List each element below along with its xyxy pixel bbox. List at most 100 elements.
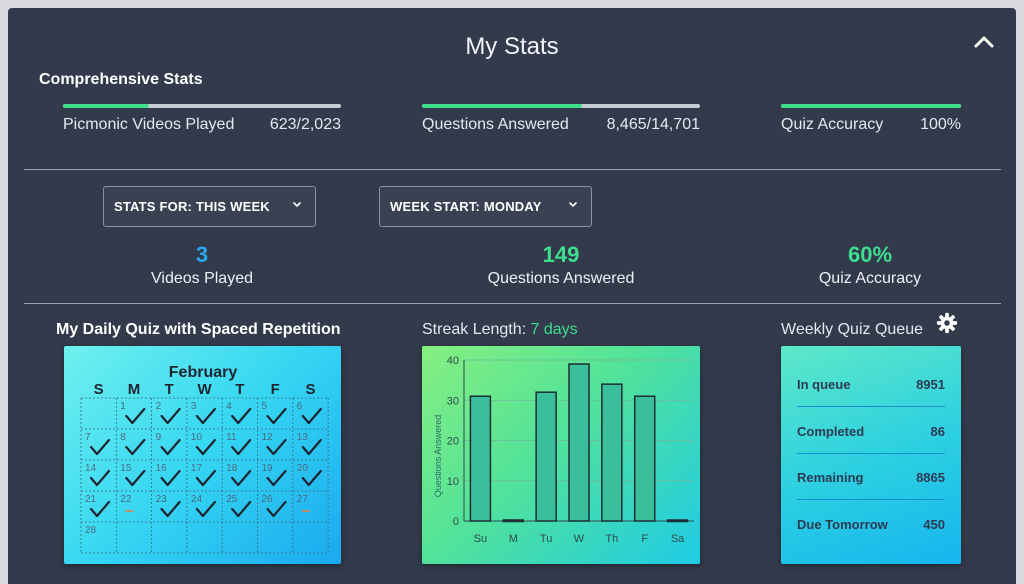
- x-tick-label: Sa: [671, 533, 685, 545]
- page-title: My Stats: [465, 33, 559, 60]
- quiz-queue-card: In queue 8951 Completed 86 Remaining 886…: [781, 346, 961, 564]
- calendar-day: 4: [226, 401, 232, 412]
- streak-chart: 0 10 20 30 40 Questions Answered Su M Tu W Th F Sa: [422, 346, 700, 564]
- streak-value: 7 days: [530, 321, 578, 338]
- checkmark-icon: [160, 407, 181, 425]
- calendar-day: 26: [262, 494, 274, 505]
- progress-bar-fill: [422, 104, 583, 108]
- calendar-day: 19: [262, 463, 274, 474]
- stat-value: 149: [542, 242, 580, 267]
- stat-label: Questions Answered: [487, 270, 635, 287]
- calendar-day: 18: [226, 463, 238, 474]
- calendar-day: 16: [156, 463, 168, 474]
- bar: [633, 395, 656, 522]
- streak-length: Streak Length: 7 days: [422, 321, 578, 339]
- y-tick-label: 10: [447, 476, 459, 488]
- bar: [502, 519, 525, 523]
- metric-value: 8,465/14,701: [606, 116, 700, 133]
- x-tick-label: Tu: [540, 533, 552, 545]
- calendar-day: 23: [156, 494, 168, 505]
- calendar-day: 15: [120, 463, 132, 474]
- queue-label: Completed: [797, 424, 865, 439]
- metric-questions-answered: Questions Answered 8,465/14,701: [422, 104, 700, 134]
- divider: [797, 499, 945, 500]
- progress-bar: [781, 104, 961, 108]
- chevron-down-icon: [569, 202, 577, 208]
- queue-value: 8951: [916, 377, 945, 392]
- y-tick-label: 0: [453, 516, 459, 528]
- calendar-day: 9: [156, 432, 162, 443]
- streak-label: Streak Length:: [422, 321, 527, 338]
- y-tick-label: 30: [447, 395, 459, 407]
- stat-value: 60%: [847, 242, 893, 267]
- queue-label: Remaining: [797, 470, 864, 485]
- quiz-calendar: February S M T W T F S 1 2 3 4 5 6 7 8 9 10 11 12 13 14 15 16 17…: [64, 346, 341, 564]
- calendar-month: February: [169, 364, 238, 381]
- weekday-header: M: [128, 381, 141, 398]
- checkmark-icon: [89, 438, 111, 456]
- calendar-day: 13: [297, 432, 309, 443]
- stats-for-label: STATS FOR: THIS WEEK: [114, 199, 270, 214]
- bar: [601, 383, 623, 522]
- stat-label: Videos Played: [151, 270, 253, 287]
- divider: [24, 303, 1001, 304]
- queue-value: 8865: [916, 470, 945, 485]
- calendar-day: 21: [85, 494, 97, 505]
- weekday-header: T: [165, 381, 174, 398]
- calendar-day: 28: [85, 525, 97, 536]
- weekday-header: W: [197, 381, 212, 398]
- metric-label: Picmonic Videos Played: [63, 116, 235, 133]
- calendar-title: My Daily Quiz with Spaced Repetition: [56, 321, 341, 338]
- calendar-day: 17: [191, 463, 203, 474]
- weekly-quiz-accuracy: 60% Quiz Accuracy: [770, 242, 970, 288]
- metric-value: 100%: [920, 116, 961, 133]
- week-start-label: WEEK START: MONDAY: [390, 199, 542, 214]
- metric-label: Questions Answered: [422, 116, 569, 133]
- week-start-dropdown[interactable]: WEEK START: MONDAY: [379, 186, 592, 227]
- chevron-up-icon[interactable]: [972, 32, 996, 52]
- calendar-day: 7: [85, 432, 91, 443]
- stats-for-dropdown[interactable]: STATS FOR: THIS WEEK: [103, 186, 316, 227]
- bar: [568, 363, 590, 522]
- divider: [797, 453, 945, 454]
- calendar-day: 8: [120, 432, 126, 443]
- calendar-day: 20: [297, 463, 309, 474]
- gear-icon[interactable]: [936, 312, 958, 334]
- chevron-down-icon: [293, 202, 301, 208]
- weekly-videos-played: 3 Videos Played: [102, 242, 302, 288]
- checkmark-icon: [125, 438, 146, 456]
- bar-chart: 0 10 20 30 40 Questions Answered Su M Tu W Th F Sa: [433, 355, 694, 545]
- calendar-day: 22: [120, 494, 132, 505]
- queue-value: 450: [923, 517, 945, 532]
- weekday-header: S: [94, 381, 104, 398]
- stat-label: Quiz Accuracy: [818, 270, 922, 287]
- queue-row-due-tomorrow: Due Tomorrow 450: [797, 517, 945, 532]
- calendar-day: 11: [226, 432, 237, 443]
- bar: [666, 519, 689, 523]
- calendar-day: 10: [191, 432, 203, 443]
- calendar-day: 6: [297, 401, 303, 412]
- queue-value: 86: [930, 424, 945, 439]
- calendar-day: 27: [297, 494, 309, 505]
- y-tick-label: 20: [447, 436, 459, 448]
- metric-value: 623/2,023: [269, 116, 341, 133]
- checkmark-icon: [160, 438, 181, 456]
- x-tick-label: M: [509, 533, 518, 545]
- queue-label: Due Tomorrow: [797, 517, 888, 532]
- progress-bar-fill: [781, 104, 961, 108]
- divider: [797, 406, 945, 407]
- x-tick-label: Su: [474, 533, 487, 545]
- x-tick-label: W: [574, 533, 585, 545]
- weekday-header: T: [235, 381, 244, 398]
- calendar-day: 2: [156, 401, 162, 412]
- calendar-grid: FebruaryS M T W T F S1 2 3 4 5 67 8 9 10 11 12 1314 15 16 17…: [80, 364, 329, 554]
- calendar-day: 3: [191, 401, 197, 412]
- queue-label: In queue: [797, 377, 851, 392]
- weekly-questions-answered: 149 Questions Answered: [461, 242, 661, 288]
- checkmark-icon: [266, 407, 287, 425]
- calendar-day: 5: [262, 401, 268, 412]
- x-tick-label: Th: [605, 533, 618, 545]
- queue-row-remaining: Remaining 8865: [797, 470, 945, 485]
- calendar-day: 14: [85, 463, 97, 474]
- y-tick-label: 40: [447, 355, 459, 367]
